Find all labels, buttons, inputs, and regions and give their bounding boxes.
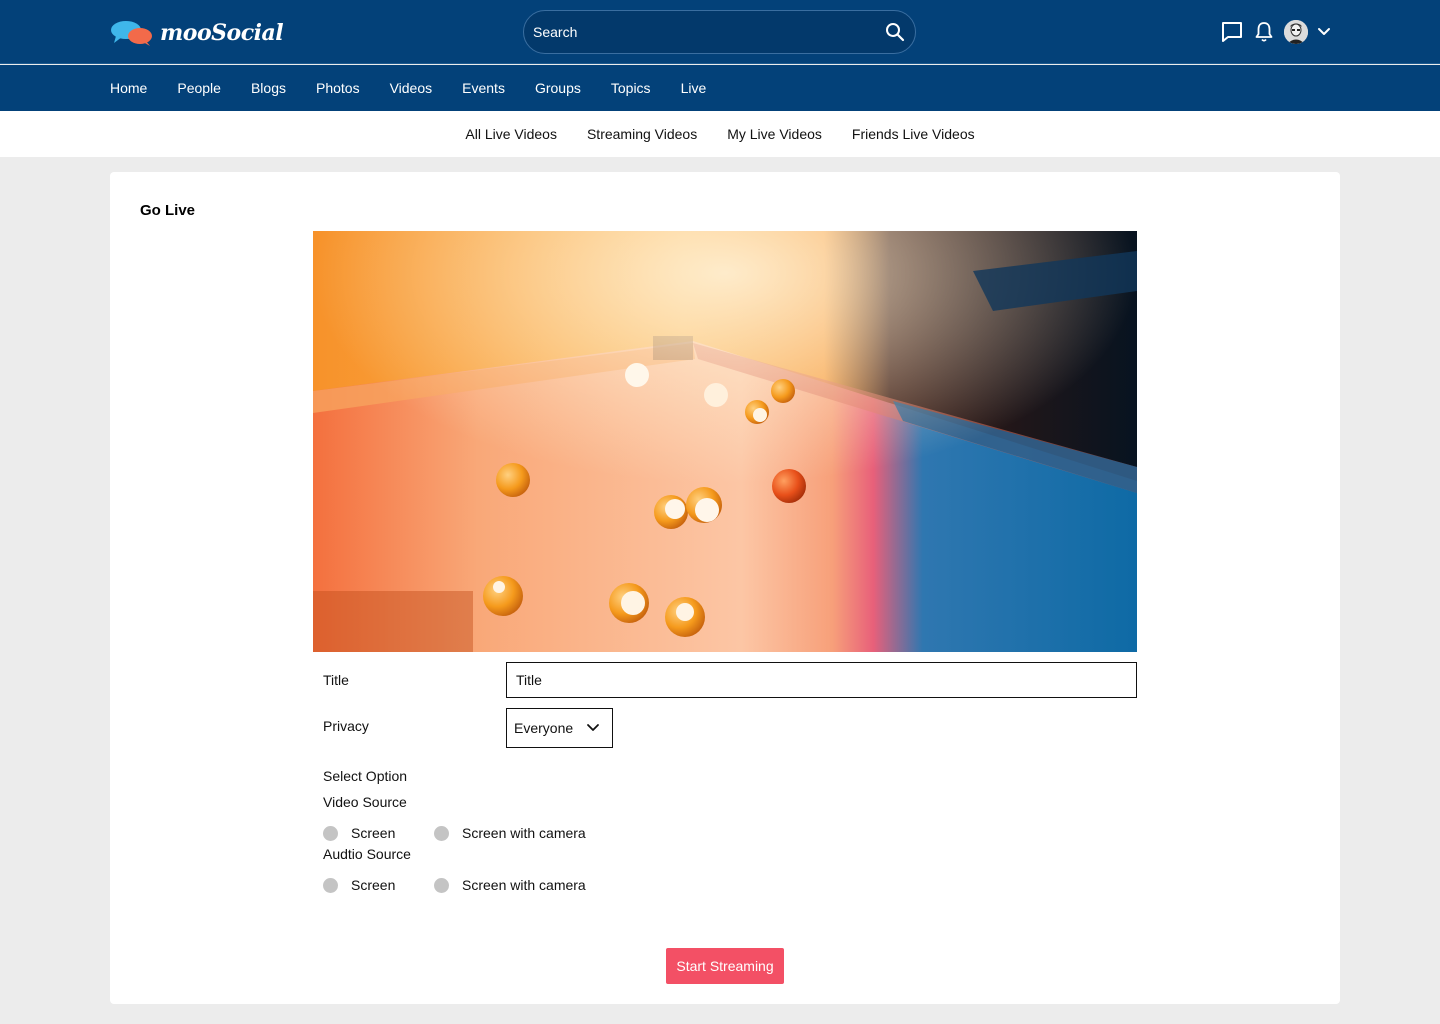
nav-item-blogs[interactable]: Blogs [251,65,286,111]
privacy-selected-value: Everyone [514,720,574,736]
nav-item-groups[interactable]: Groups [535,65,581,111]
audio-source-screen-radio[interactable]: Screen [323,877,434,893]
title-input[interactable] [506,662,1137,698]
main-nav: Home People Blogs Photos Videos Events G… [0,65,1440,111]
radio-label: Screen [351,825,396,841]
video-source-screen-camera-radio[interactable]: Screen with camera [434,825,586,841]
chevron-down-icon[interactable] [1316,24,1332,40]
video-preview [313,231,1137,652]
radio-circle [323,877,338,893]
search-box [523,10,916,54]
go-live-card: Go Live Title Title Privacy Everyone Sel… [110,172,1340,1004]
bell-icon[interactable] [1252,20,1276,44]
radio-circle [323,825,338,841]
audio-source-options: Screen Screen with camera [323,872,586,898]
privacy-label: Privacy [323,718,369,734]
brand-logo[interactable]: mooSocial [110,18,284,48]
tab-my-live-videos[interactable]: My Live Videos [727,126,822,142]
tab-streaming-videos[interactable]: Streaming Videos [587,126,697,142]
pool-table-image [313,231,1137,652]
message-icon[interactable] [1220,20,1244,44]
search-input[interactable] [533,11,873,53]
video-source-options: Screen Screen with camera [323,820,586,846]
video-source-screen-radio[interactable]: Screen [323,825,434,841]
tab-all-live-videos[interactable]: All Live Videos [465,126,557,142]
avatar[interactable] [1284,20,1308,44]
audio-source-label: Audtio Source [323,846,411,862]
brand-name: mooSocial [160,20,284,46]
radio-circle [434,877,449,893]
nav-item-events[interactable]: Events [462,65,505,111]
nav-item-live[interactable]: Live [681,65,707,111]
header-actions [1220,20,1332,44]
privacy-select[interactable]: Everyone [506,708,613,748]
chat-bubbles-logo-icon [111,21,152,46]
select-option-label: Select Option [323,768,408,784]
nav-item-videos[interactable]: Videos [390,65,433,111]
live-sub-nav: All Live Videos Streaming Videos My Live… [0,111,1440,157]
nav-item-home[interactable]: Home [110,65,147,111]
video-source-label: Video Source [323,794,407,810]
chevron-down-icon [587,724,599,731]
page-title: Go Live [140,202,196,219]
radio-label: Screen with camera [462,825,586,841]
radio-circle [434,825,449,841]
nav-item-photos[interactable]: Photos [316,65,360,111]
top-bar: mooSocial [0,0,1440,64]
tab-friends-live-videos[interactable]: Friends Live Videos [852,126,975,142]
title-label: Title [323,672,349,688]
nav-item-people[interactable]: People [177,65,221,111]
start-streaming-button[interactable]: Start Streaming [666,948,784,984]
stream-options: Select Option Video Source Screen Screen… [323,768,586,898]
search-icon[interactable] [885,22,905,42]
nav-item-topics[interactable]: Topics [611,65,651,111]
audio-source-screen-camera-radio[interactable]: Screen with camera [434,877,586,893]
radio-label: Screen with camera [462,877,586,893]
radio-label: Screen [351,877,396,893]
